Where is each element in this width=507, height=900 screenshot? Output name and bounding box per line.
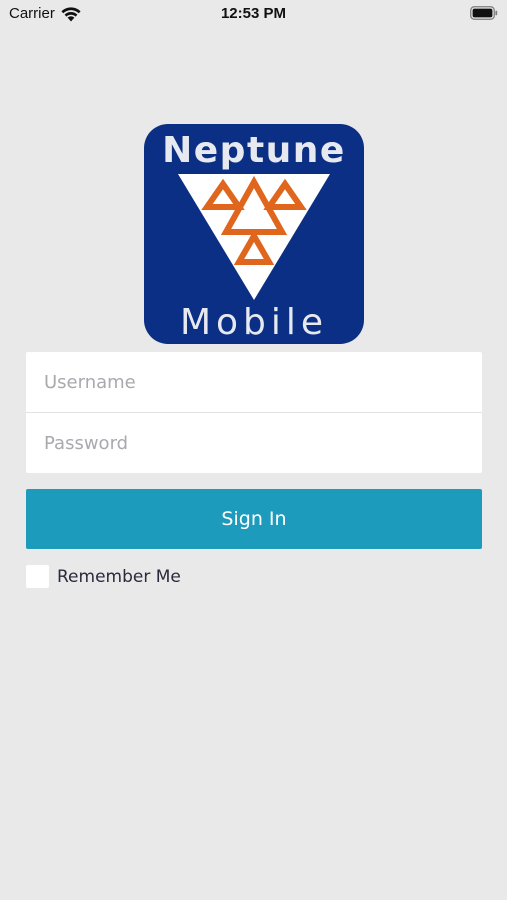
sign-in-button[interactable]: Sign In [26, 489, 482, 549]
username-field-container[interactable] [26, 352, 482, 412]
password-field-container[interactable] [26, 413, 482, 473]
status-time: 12:53 PM [220, 5, 287, 22]
password-input[interactable] [44, 432, 464, 454]
logo-top-text: Neptune [162, 130, 346, 171]
neptune-mobile-logo: Neptune Mobile [144, 124, 364, 344]
logo-bottom-text: Mobile [180, 302, 328, 343]
sign-in-label: Sign In [221, 508, 287, 530]
remember-me-checkbox[interactable] [26, 565, 49, 588]
remember-me-label: Remember Me [57, 566, 181, 587]
remember-me-toggle[interactable]: Remember Me [26, 565, 181, 588]
username-input[interactable] [44, 371, 464, 393]
status-bar: Carrier 12:53 PM [0, 0, 507, 28]
login-form [26, 352, 482, 473]
battery-icon [470, 6, 498, 20]
